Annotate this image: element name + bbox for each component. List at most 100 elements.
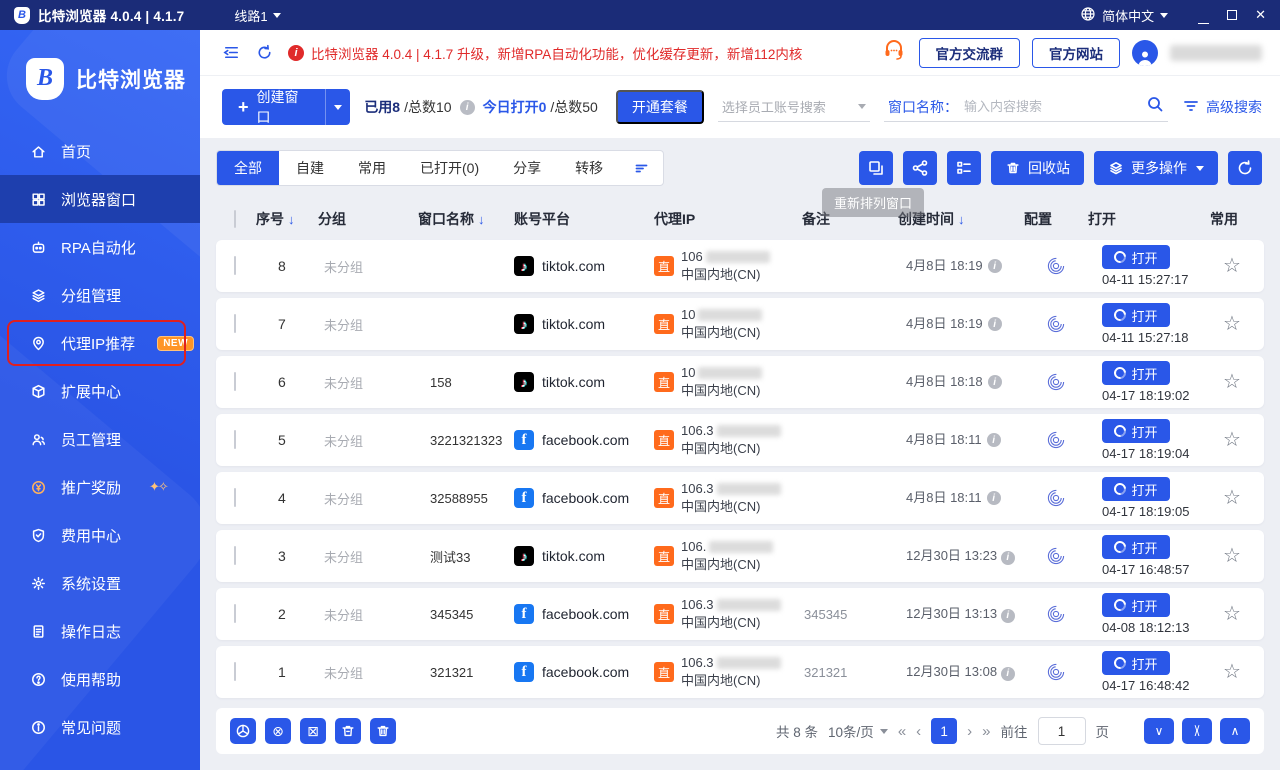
last-page-button[interactable]: » bbox=[982, 723, 990, 740]
info-icon[interactable]: i bbox=[459, 99, 475, 115]
search-input[interactable] bbox=[964, 99, 1140, 114]
tab-4[interactable]: 分享 bbox=[496, 151, 558, 185]
fingerprint-config[interactable] bbox=[1024, 314, 1088, 334]
sidebar-item-groups[interactable]: 分组管理 bbox=[0, 271, 200, 319]
open-button[interactable]: 打开 bbox=[1102, 477, 1170, 501]
column-header[interactable]: 序号 ↓ bbox=[256, 209, 318, 229]
row-checkbox[interactable] bbox=[234, 546, 236, 565]
create-window-button[interactable]: + 创建窗口 bbox=[222, 89, 351, 125]
sidebar-item-home[interactable]: 首页 bbox=[0, 127, 200, 175]
sidebar-item-logs[interactable]: 操作日志 bbox=[0, 607, 200, 655]
sidebar-item-browser-windows[interactable]: 浏览器窗口 bbox=[0, 175, 200, 223]
recycle-bin-button[interactable]: 回收站 bbox=[991, 151, 1084, 185]
delete-button[interactable] bbox=[370, 718, 396, 744]
employee-select[interactable]: 选择员工账号搜索 bbox=[717, 92, 870, 122]
maximize-button[interactable] bbox=[1227, 8, 1238, 23]
info-icon[interactable]: i bbox=[987, 259, 1002, 273]
next-page-button[interactable]: › bbox=[967, 723, 972, 740]
scroll-up-button[interactable]: ∧ bbox=[1220, 718, 1250, 744]
tab-5[interactable]: 转移 bbox=[558, 151, 620, 185]
favorite-star-icon[interactable]: ☆ bbox=[1210, 604, 1254, 624]
sidebar-item-rewards[interactable]: 推广奖励 ✦✧ bbox=[0, 463, 200, 511]
advanced-search-link[interactable]: 高级搜索 bbox=[1182, 97, 1262, 118]
refresh-icon[interactable] bbox=[255, 43, 274, 62]
row-checkbox[interactable] bbox=[234, 488, 236, 507]
row-checkbox[interactable] bbox=[234, 256, 236, 275]
first-page-button[interactable]: « bbox=[898, 723, 906, 740]
sidebar-item-billing[interactable]: 费用中心 bbox=[0, 511, 200, 559]
favorite-star-icon[interactable]: ☆ bbox=[1210, 488, 1254, 508]
open-button[interactable]: 打开 bbox=[1102, 245, 1170, 269]
row-checkbox[interactable] bbox=[234, 662, 236, 681]
goto-page-input[interactable] bbox=[1037, 717, 1086, 745]
tab-1[interactable]: 自建 bbox=[279, 151, 341, 185]
favorite-star-icon[interactable]: ☆ bbox=[1210, 256, 1254, 276]
sidebar-item-help[interactable]: 使用帮助 bbox=[0, 655, 200, 703]
search-icon[interactable] bbox=[1146, 95, 1164, 118]
open-button[interactable]: 打开 bbox=[1102, 593, 1170, 617]
row-checkbox[interactable] bbox=[234, 430, 236, 449]
favorite-star-icon[interactable]: ☆ bbox=[1210, 662, 1254, 682]
close-button[interactable]: ✕ bbox=[1255, 7, 1266, 23]
row-checkbox[interactable] bbox=[234, 314, 236, 333]
select-all-checkbox[interactable] bbox=[234, 210, 236, 228]
sidebar-item-rpa[interactable]: RPA自动化 bbox=[0, 223, 200, 271]
sidebar-item-proxy-ip[interactable]: 代理IP推荐 NEW bbox=[0, 319, 200, 367]
sort-icon[interactable] bbox=[620, 151, 663, 185]
language-selector[interactable]: 简体中文 bbox=[1080, 6, 1169, 25]
prev-page-button[interactable]: ‹ bbox=[916, 723, 921, 740]
more-actions-button[interactable]: 更多操作 bbox=[1094, 151, 1218, 185]
favorite-star-icon[interactable]: ☆ bbox=[1210, 314, 1254, 334]
row-checkbox[interactable] bbox=[234, 372, 236, 391]
info-icon[interactable]: i bbox=[1000, 666, 1015, 681]
collapse-all-button[interactable]: ∨ ∧ bbox=[1182, 718, 1212, 744]
fingerprint-config[interactable] bbox=[1024, 256, 1088, 276]
page-size-select[interactable]: 10条/页 bbox=[828, 721, 888, 741]
favorite-star-icon[interactable]: ☆ bbox=[1210, 546, 1254, 566]
support-headset-icon[interactable] bbox=[881, 37, 907, 68]
create-window-dropdown[interactable] bbox=[325, 89, 351, 125]
info-icon[interactable]: i bbox=[986, 491, 1001, 505]
info-icon[interactable]: i bbox=[1000, 608, 1015, 623]
row-checkbox[interactable] bbox=[234, 604, 236, 623]
minimize-button[interactable] bbox=[1198, 8, 1210, 24]
website-button[interactable]: 官方网站 bbox=[1032, 37, 1120, 68]
tab-2[interactable]: 常用 bbox=[341, 151, 403, 185]
line-selector[interactable]: 线路1 bbox=[234, 6, 281, 25]
open-button[interactable]: 打开 bbox=[1102, 535, 1170, 559]
info-icon[interactable]: i bbox=[1000, 550, 1015, 565]
share-button[interactable] bbox=[903, 151, 937, 185]
open-button[interactable]: 打开 bbox=[1102, 651, 1170, 675]
clear-fingerprint-button[interactable] bbox=[230, 718, 256, 744]
open-plan-button[interactable]: 开通套餐 bbox=[615, 90, 704, 124]
fingerprint-config[interactable] bbox=[1024, 604, 1088, 624]
avatar[interactable] bbox=[1132, 39, 1158, 66]
sidebar-item-settings[interactable]: 系统设置 bbox=[0, 559, 200, 607]
favorite-star-icon[interactable]: ☆ bbox=[1210, 430, 1254, 450]
tab-3[interactable]: 已打开(0) bbox=[403, 151, 496, 185]
fingerprint-config[interactable] bbox=[1024, 662, 1088, 682]
community-button[interactable]: 官方交流群 bbox=[918, 37, 1020, 68]
info-icon[interactable]: i bbox=[987, 375, 1002, 389]
info-icon[interactable]: i bbox=[987, 317, 1002, 331]
favorite-star-icon[interactable]: ☆ bbox=[1210, 372, 1254, 392]
info-icon[interactable]: i bbox=[986, 433, 1001, 447]
sidebar-item-faq[interactable]: 常见问题 bbox=[0, 703, 200, 751]
fingerprint-config[interactable] bbox=[1024, 430, 1088, 450]
rearrange-windows-button[interactable] bbox=[859, 151, 893, 185]
open-button[interactable]: 打开 bbox=[1102, 303, 1170, 327]
fingerprint-config[interactable] bbox=[1024, 488, 1088, 508]
collapse-menu-icon[interactable] bbox=[222, 43, 241, 62]
tab-0[interactable]: 全部 bbox=[217, 151, 279, 185]
refresh-list-button[interactable] bbox=[1228, 151, 1262, 185]
fingerprint-config[interactable] bbox=[1024, 372, 1088, 392]
close-page-button[interactable]: ⊠ bbox=[300, 718, 326, 744]
current-page[interactable]: 1 bbox=[931, 718, 958, 744]
clear-cache-button[interactable] bbox=[335, 718, 361, 744]
fingerprint-config[interactable] bbox=[1024, 546, 1088, 566]
batch-list-button[interactable] bbox=[947, 151, 981, 185]
column-header[interactable]: 创建时间 ↓ bbox=[898, 209, 1024, 229]
sidebar-item-extensions[interactable]: 扩展中心 bbox=[0, 367, 200, 415]
scroll-down-button[interactable]: ∨ bbox=[1144, 718, 1174, 744]
open-button[interactable]: 打开 bbox=[1102, 419, 1170, 443]
